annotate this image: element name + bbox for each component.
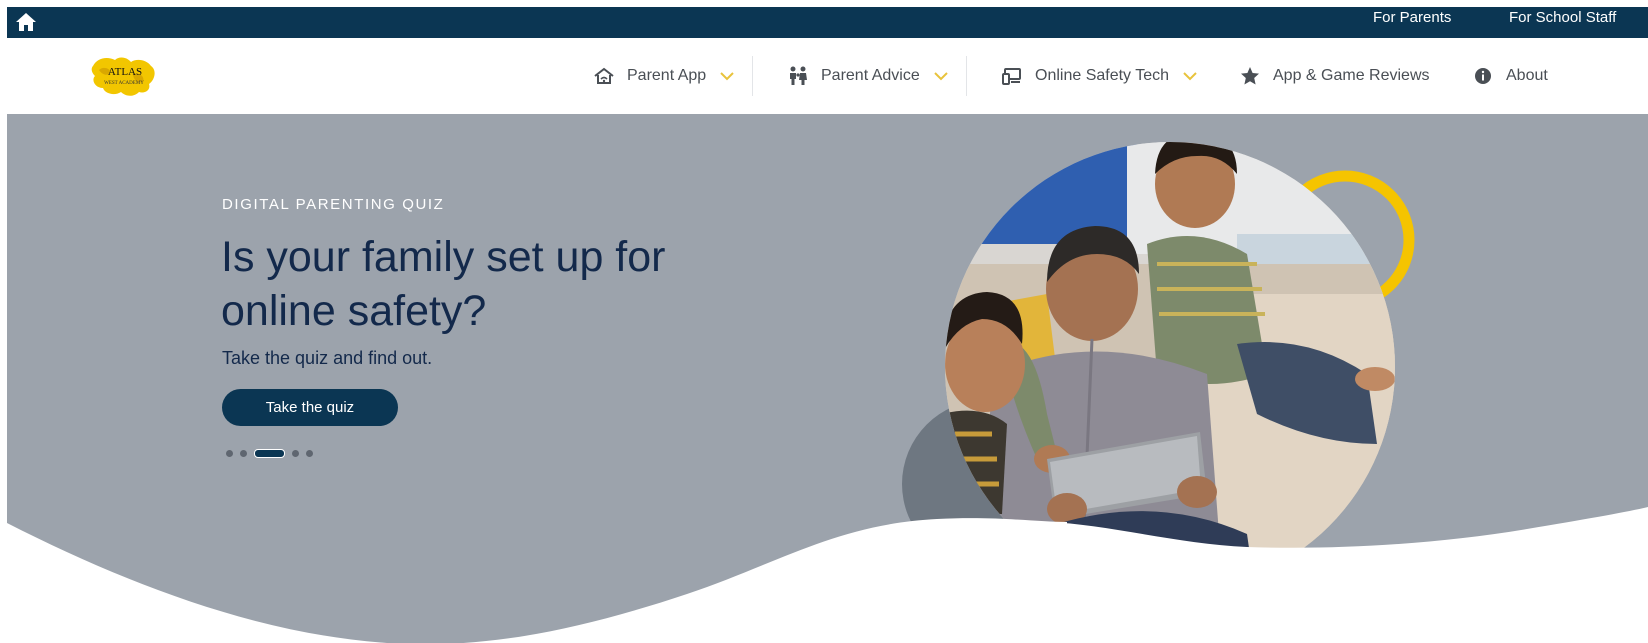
nav-label-app-game-reviews: App & Game Reviews — [1273, 67, 1430, 84]
hero-eyebrow: DIGITAL PARENTING QUIZ — [222, 196, 445, 213]
site-logo[interactable]: ATLAS WEST ACADEMY — [89, 54, 159, 98]
nav-online-safety-tech[interactable]: Online Safety Tech — [1001, 38, 1197, 114]
carousel-dot-active[interactable] — [254, 448, 285, 458]
page-frame: For Parents For School Staff ATLAS WEST … — [7, 7, 1648, 643]
for-parents-link[interactable]: For Parents — [1373, 7, 1451, 38]
family-icon — [787, 65, 809, 87]
home-icon[interactable] — [15, 11, 37, 33]
nav-parent-app[interactable]: Parent App — [593, 38, 734, 114]
nav-label-parent-app: Parent App — [627, 67, 707, 84]
nav-divider — [752, 56, 753, 96]
nav-about[interactable]: About — [1472, 38, 1548, 114]
main-navigation: ATLAS WEST ACADEMY Parent App Parent Adv… — [7, 38, 1648, 114]
info-icon — [1472, 65, 1494, 87]
star-icon — [1239, 65, 1261, 87]
devices-icon — [1001, 65, 1023, 87]
nav-label-about: About — [1506, 67, 1548, 84]
carousel-dot[interactable] — [240, 449, 247, 457]
nav-divider — [966, 56, 967, 96]
utility-bar: For Parents For School Staff — [7, 7, 1648, 38]
carousel-dot[interactable] — [226, 449, 233, 457]
hero-headline: Is your family set up for online safety? — [221, 233, 666, 335]
nav-label-online-safety-tech: Online Safety Tech — [1035, 67, 1170, 84]
hero-subline: Take the quiz and find out. — [222, 348, 433, 368]
logo-text: ATLAS — [108, 66, 142, 78]
chevron-down-icon[interactable] — [1183, 71, 1197, 81]
house-with-signal-icon — [593, 65, 615, 87]
chevron-down-icon[interactable] — [934, 71, 948, 81]
hero-wave-divider — [7, 507, 1648, 643]
nav-label-parent-advice: Parent Advice — [821, 67, 920, 84]
nav-parent-advice[interactable]: Parent Advice — [787, 38, 948, 114]
carousel-dot[interactable] — [306, 449, 313, 457]
logo-subtext: WEST ACADEMY — [104, 81, 144, 86]
carousel-dot[interactable] — [292, 449, 299, 457]
chevron-down-icon[interactable] — [720, 71, 734, 81]
carousel-indicators — [226, 448, 313, 458]
nav-app-game-reviews[interactable]: App & Game Reviews — [1239, 38, 1430, 114]
for-school-staff-link[interactable]: For School Staff — [1509, 7, 1616, 38]
take-quiz-button[interactable]: Take the quiz — [222, 389, 398, 426]
hero-carousel: DIGITAL PARENTING QUIZ Is your family se… — [7, 114, 1648, 643]
